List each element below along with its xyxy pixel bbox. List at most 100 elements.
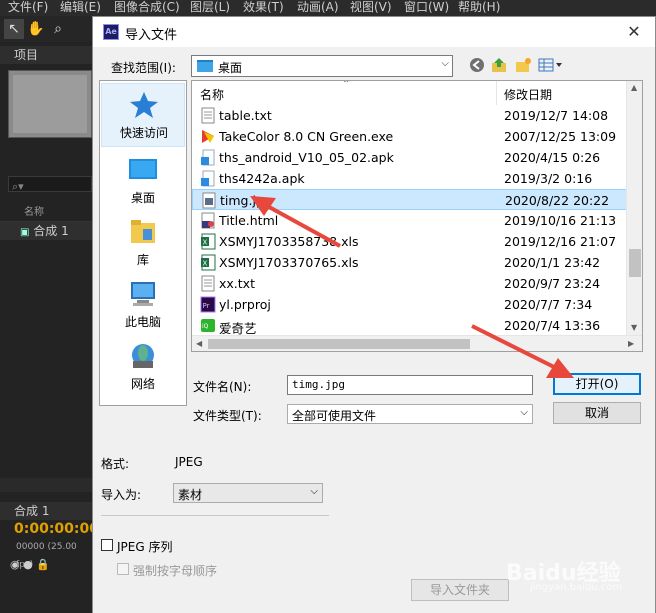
search-icon: ⌕▾ <box>12 180 24 193</box>
file-xls-icon: X <box>200 254 216 271</box>
file-row[interactable]: Pr yl.prproj 2020/7/7 7:34 <box>192 294 628 315</box>
force-alphabetical-label: 强制按字母顺序 <box>133 564 218 578</box>
svg-text:iQ: iQ <box>202 323 209 330</box>
file-row[interactable]: timg.jpg 2020/8/22 20:22 <box>192 189 628 210</box>
cancel-button[interactable]: 取消 <box>553 402 641 424</box>
file-row[interactable]: X XSMYJ1703370765.xls 2020/1/1 23:42 <box>192 252 628 273</box>
file-row[interactable]: TakeColor 8.0 CN Green.exe 2007/12/25 13:… <box>192 126 628 147</box>
file-row[interactable]: table.txt 2019/12/7 14:08 <box>192 105 628 126</box>
menu-view[interactable]: 视图(V) <box>350 0 392 15</box>
file-pr-icon: Pr <box>200 296 216 313</box>
place-quick-access[interactable]: 快速访问 <box>101 83 185 147</box>
hand-tool-icon[interactable]: ✋ <box>26 19 46 39</box>
column-header-date-label: 修改日期 <box>504 88 553 102</box>
filetype-value: 全部可使用文件 <box>292 409 377 423</box>
column-header-name[interactable]: ⌃ 名称 <box>192 81 497 105</box>
filename-input[interactable]: timg.jpg <box>287 375 533 395</box>
sort-asc-icon: ⌃ <box>342 80 351 90</box>
layer-switches-icons[interactable]: ◉ ● 🔒 <box>0 556 92 574</box>
menu-file[interactable]: 文件(F) <box>8 0 48 15</box>
file-row[interactable]: ths_android_V10_05_02.apk 2020/4/15 0:26 <box>192 147 628 168</box>
file-name: yl.prproj <box>219 297 271 312</box>
zoom-tool-icon[interactable]: ⌕ <box>48 19 68 39</box>
column-header-date[interactable]: 修改日期 <box>498 81 628 105</box>
vertical-scrollbar[interactable]: ▲ ▼ <box>626 81 642 336</box>
view-menu-icon[interactable] <box>537 57 565 77</box>
ae-toolbar: ↖ ✋ ⌕ <box>0 16 92 42</box>
place-this-pc[interactable]: 此电脑 <box>101 273 185 337</box>
import-folder-button[interactable]: 导入文件夹 <box>411 579 509 601</box>
project-item-comp[interactable]: ▣ 合成 1 <box>0 222 92 240</box>
menu-effect[interactable]: 效果(T) <box>243 0 284 15</box>
svg-text:X: X <box>203 260 208 268</box>
scroll-left-icon[interactable]: ◀ <box>196 339 202 348</box>
import-file-dialog: Ae 导入文件 ✕ 查找范围(I): 桌面 ⌵ 快速访问 桌面 库 此电脑 网络 <box>92 16 656 613</box>
place-library[interactable]: 库 <box>101 211 185 275</box>
chevron-down-icon[interactable]: ⌵ <box>441 58 449 69</box>
file-date: 2019/10/16 21:13 <box>504 213 617 228</box>
app-menubar: 文件(F) 编辑(E) 图像合成(C) 图层(L) 效果(T) 动画(A) 视图… <box>0 0 656 16</box>
file-row[interactable]: iQ 爱奇艺 2020/7/4 13:36 <box>192 315 628 336</box>
jpeg-sequence-checkbox[interactable] <box>101 539 113 551</box>
file-date: 2019/3/2 0:16 <box>504 171 593 186</box>
file-date: 2020/8/22 20:22 <box>505 193 610 208</box>
file-name: XSMYJ1703370765.xls <box>219 255 359 270</box>
vertical-scroll-thumb[interactable] <box>629 249 641 277</box>
look-in-combo[interactable]: 桌面 ⌵ <box>191 55 453 77</box>
project-footer-bar <box>0 478 92 492</box>
scroll-down-icon[interactable]: ▼ <box>631 323 637 332</box>
import-as-select[interactable]: 素材 ⌵ <box>173 483 323 503</box>
menu-layer[interactable]: 图层(L) <box>190 0 230 15</box>
filetype-label: 文件类型(T): <box>193 409 262 423</box>
file-date: 2019/12/16 21:07 <box>504 234 617 249</box>
new-folder-icon[interactable] <box>513 57 533 77</box>
file-date: 2020/9/7 23:24 <box>504 276 601 291</box>
scroll-right-icon[interactable]: ▶ <box>628 339 634 348</box>
back-icon[interactable] <box>467 57 487 77</box>
close-icon[interactable]: ✕ <box>623 21 645 43</box>
menu-help[interactable]: 帮助(H) <box>458 0 500 15</box>
menu-composition[interactable]: 图像合成(C) <box>114 0 180 15</box>
file-row[interactable]: Title.html 2019/10/16 21:13 <box>192 210 628 231</box>
place-desktop[interactable]: 桌面 <box>101 149 185 213</box>
svg-text:Pr: Pr <box>203 302 210 310</box>
open-button[interactable]: 打开(O) <box>553 373 641 395</box>
computer-icon <box>127 279 159 309</box>
file-txt-icon <box>200 275 216 292</box>
chevron-down-icon: ⌵ <box>310 486 318 497</box>
file-html-icon <box>200 212 216 229</box>
timeline-tab[interactable]: 合成 1 <box>0 502 92 520</box>
column-header-name-label: 名称 <box>200 88 225 102</box>
place-network[interactable]: 网络 <box>101 335 185 399</box>
file-row[interactable]: xx.txt 2020/9/7 23:24 <box>192 273 628 294</box>
menu-window[interactable]: 窗口(W) <box>404 0 449 15</box>
force-alphabetical-checkbox[interactable] <box>117 563 129 575</box>
up-folder-icon[interactable] <box>489 57 509 77</box>
horizontal-scrollbar[interactable]: ◀ ▶ <box>192 335 642 351</box>
file-row[interactable]: X XSMYJ1703358738.xls 2019/12/16 21:07 <box>192 231 628 252</box>
file-name: table.txt <box>219 108 272 123</box>
file-name: ths_android_V10_05_02.apk <box>219 150 394 165</box>
project-search-field[interactable]: ⌕▾ <box>8 176 92 193</box>
selection-tool-icon[interactable]: ↖ <box>4 19 24 39</box>
project-column-name: 名称 <box>0 204 92 222</box>
file-name: Title.html <box>219 213 279 228</box>
project-tab[interactable]: 项目 <box>0 46 92 64</box>
filetype-select[interactable]: 全部可使用文件 ⌵ <box>287 404 533 424</box>
place-label: 此电脑 <box>124 315 161 329</box>
menu-edit[interactable]: 编辑(E) <box>60 0 101 15</box>
format-value: JPEG <box>175 455 203 469</box>
file-name: ths4242a.apk <box>219 171 305 186</box>
file-date: 2020/7/4 13:36 <box>504 318 601 333</box>
places-bar: 快速访问 桌面 库 此电脑 网络 <box>99 80 187 406</box>
file-list: ⌃ 名称 修改日期 table.txt 2019/12/7 14:08 TakeCo… <box>191 80 643 352</box>
place-label: 库 <box>136 253 149 267</box>
file-date: 2019/12/7 14:08 <box>504 108 609 123</box>
scroll-up-icon[interactable]: ▲ <box>631 83 637 92</box>
look-in-value: 桌面 <box>218 61 243 75</box>
horizontal-scroll-thumb[interactable] <box>208 339 470 349</box>
file-row[interactable]: ths4242a.apk 2019/3/2 0:16 <box>192 168 628 189</box>
menu-animation[interactable]: 动画(A) <box>297 0 339 15</box>
timecode-display[interactable]: 0:00:00:00 <box>0 520 99 538</box>
file-apk-icon <box>200 170 216 187</box>
